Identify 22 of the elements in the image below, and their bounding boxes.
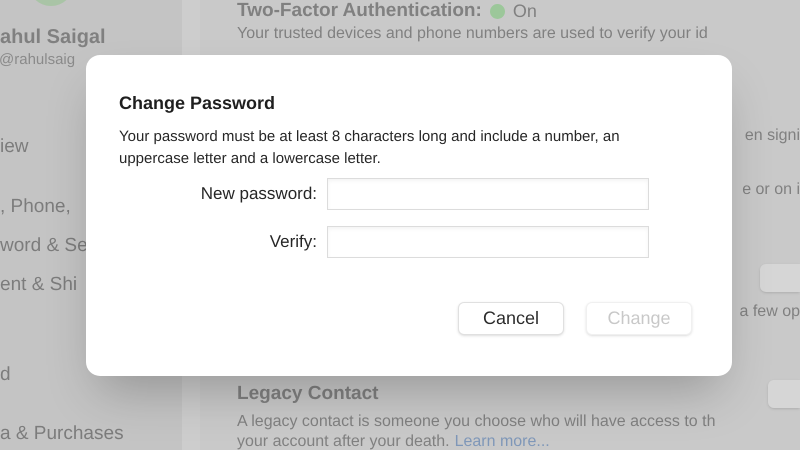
- description: your account after your death.: [237, 432, 450, 450]
- section-title: Legacy Contact: [237, 382, 378, 406]
- description: en signi: [744, 126, 800, 146]
- dialog-message: Your password must be at least 8 characters long and include a number, an uppercase letter and a lowercase letter.: [119, 127, 621, 169]
- user-email: @rahulsaig: [0, 50, 76, 70]
- button[interactable]: [760, 264, 800, 292]
- password-field[interactable]: [327, 178, 649, 210]
- learn-more-link[interactable]: Learn more...: [454, 432, 550, 450]
- field-label: Verify:: [268, 231, 317, 254]
- dialog-title: Change Password: [119, 92, 276, 115]
- password-field[interactable]: [327, 226, 649, 258]
- user-name: ahul Saigal: [0, 25, 107, 50]
- description: A legacy contact is someone you choose who will have access to th: [237, 412, 716, 432]
- status-text: On: [512, 0, 537, 22]
- sidebar-item[interactable]: a & Purchases: [0, 418, 182, 450]
- description: Your trusted devices and phone numbers are used to verify your id: [237, 24, 709, 44]
- description: e or on i: [742, 180, 800, 200]
- section-title: Two-Factor Authentication:: [237, 0, 482, 23]
- button[interactable]: [768, 380, 800, 408]
- description: a few op: [740, 302, 800, 322]
- field-label: New password:: [200, 183, 317, 206]
- cancel-button[interactable]: Cancel: [458, 302, 564, 335]
